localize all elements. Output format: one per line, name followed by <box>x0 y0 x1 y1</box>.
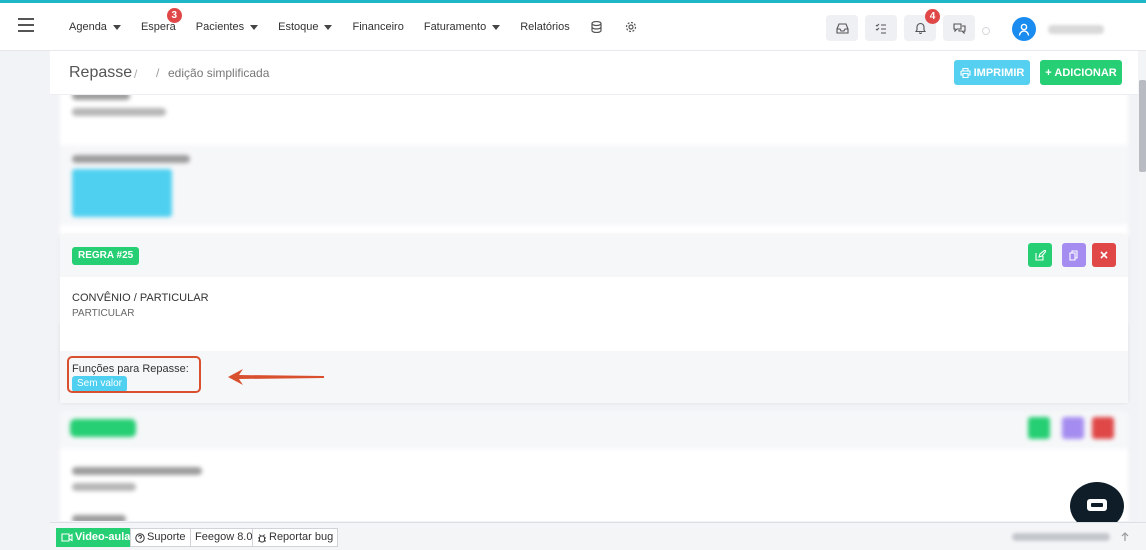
printer-icon <box>960 67 971 78</box>
redacted-text <box>72 108 166 116</box>
tasks-button[interactable] <box>865 15 897 41</box>
nav-item-financeiro[interactable]: Financeiro <box>352 21 403 33</box>
redacted-text <box>72 95 130 100</box>
nav-item-pacientes[interactable]: Pacientes <box>196 21 259 33</box>
rule-card-row <box>60 95 1128 151</box>
page-header: Repasse / / edição simplificada IMPRIMIR… <box>50 51 1138 95</box>
redacted-action <box>1028 417 1050 439</box>
help-circle-icon <box>135 532 145 543</box>
notifications-count-badge: 4 <box>925 9 940 24</box>
hamburger-menu-icon[interactable] <box>18 18 34 32</box>
close-icon <box>1100 251 1108 259</box>
print-button[interactable]: IMPRIMIR <box>954 60 1030 85</box>
copy-icon <box>1069 249 1078 261</box>
rule-card-next <box>60 411 1128 521</box>
timestamp-redacted <box>1012 533 1110 541</box>
annotation-arrow-icon <box>228 369 324 385</box>
delete-rule-button[interactable] <box>1092 243 1116 267</box>
rule-card-header <box>60 411 1128 449</box>
breadcrumb-separator: / <box>156 66 160 80</box>
top-navbar: Agenda Espera 3 Pacientes Estoque Finance… <box>0 3 1146 51</box>
chevron-down-icon <box>492 24 501 30</box>
user-icon <box>1018 23 1030 36</box>
scroll-top-icon[interactable] <box>1116 528 1134 546</box>
rule-card: REGRA #25 CONVÊNIO / PARTICULAR PARTICUL… <box>60 235 1128 403</box>
user-name-redacted <box>1048 25 1104 34</box>
redacted-text <box>72 155 190 163</box>
field-label: CONVÊNIO / PARTICULAR <box>72 292 209 304</box>
inbox-button[interactable] <box>826 15 858 41</box>
redacted-badge <box>70 419 136 437</box>
redacted-tag <box>72 169 172 217</box>
rule-functions-row <box>60 351 1128 403</box>
toolbar-buttons: 4 <box>826 9 982 41</box>
nav-item-relatorios[interactable]: Relatórios <box>520 21 570 33</box>
annotation-highlight-box <box>67 356 201 393</box>
field-value: PARTICULAR <box>72 308 135 319</box>
chevron-down-icon <box>112 24 121 30</box>
bell-icon <box>914 22 926 34</box>
nav-item-estoque[interactable]: Estoque <box>278 21 333 33</box>
redacted-action <box>1062 417 1084 439</box>
checklist-icon <box>875 23 886 34</box>
rule-card-header <box>60 235 1128 277</box>
notifications-button[interactable]: 4 <box>904 9 940 41</box>
rule-card-row <box>60 145 1128 225</box>
redacted-text <box>72 483 136 491</box>
rule-number-badge: REGRA #25 <box>72 247 140 265</box>
video-lesson-button[interactable]: Video-aula <box>56 528 136 547</box>
gear-icon[interactable] <box>624 20 638 34</box>
bug-icon <box>258 533 266 542</box>
nav-item-agenda[interactable]: Agenda <box>69 21 121 33</box>
redacted-action <box>1092 417 1114 439</box>
version-label: Feegow 8.0 <box>190 528 258 547</box>
add-button[interactable]: + ADICIONAR <box>1040 60 1122 85</box>
nav-item-espera[interactable]: Espera 3 <box>141 8 182 33</box>
espera-count-badge: 3 <box>166 8 182 23</box>
chevron-down-icon <box>324 24 333 30</box>
edit-rule-button[interactable] <box>1028 243 1052 267</box>
status-dot-icon <box>982 27 990 35</box>
footer-bar: Video-aula Suporte Feegow 8.0 Reportar b… <box>50 522 1146 550</box>
video-camera-icon <box>61 533 73 542</box>
page-title: Repasse <box>69 64 133 81</box>
rules-list: REGRA #25 CONVÊNIO / PARTICULAR PARTICUL… <box>50 95 1138 521</box>
redacted-text <box>72 515 126 521</box>
database-icon[interactable] <box>590 20 604 34</box>
redacted-text <box>72 467 202 475</box>
chat-icon <box>1087 499 1107 511</box>
breadcrumb-separator: / <box>134 67 138 81</box>
breadcrumb-current: edição simplificada <box>168 66 270 80</box>
support-button[interactable]: Suporte <box>130 528 191 547</box>
chevron-down-icon <box>250 24 259 30</box>
chat-bubbles-icon <box>952 22 966 34</box>
scrollbar-thumb[interactable] <box>1139 80 1146 172</box>
chat-button[interactable] <box>943 15 975 41</box>
edit-icon <box>1034 249 1046 261</box>
report-bug-button[interactable]: Reportar bug <box>252 528 339 547</box>
main-menu: Agenda Espera 3 Pacientes Estoque Finance… <box>69 3 658 51</box>
user-avatar[interactable] <box>1012 17 1036 41</box>
duplicate-rule-button[interactable] <box>1062 243 1086 267</box>
inbox-icon <box>835 22 849 34</box>
nav-item-faturamento[interactable]: Faturamento <box>424 21 501 33</box>
